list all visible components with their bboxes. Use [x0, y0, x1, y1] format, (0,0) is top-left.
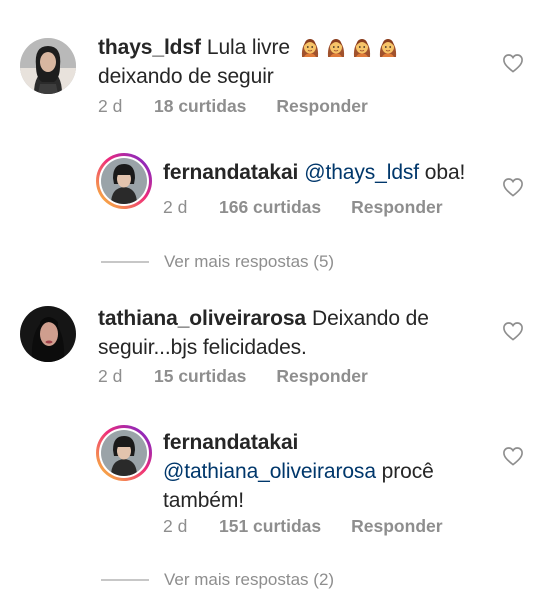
comment-text: Lula livre: [206, 36, 290, 59]
reply-text: oba!: [424, 161, 466, 184]
avatar-fernanda[interactable]: [96, 153, 152, 209]
emoji-group: [296, 36, 400, 59]
reply-meta: 2 d 151 curtidas Responder: [163, 516, 443, 537]
username-link[interactable]: tathiana_oliveirarosa: [98, 307, 306, 330]
timestamp: 2 d: [163, 516, 188, 536]
reply-button[interactable]: Responder: [276, 96, 367, 117]
reply-button[interactable]: Responder: [351, 516, 442, 537]
comment-text-line2: deixando de seguir: [98, 65, 274, 88]
avatar-thays-image: [20, 38, 76, 94]
comment-body: thays_ldsf Lula livre deixando de seguir: [98, 33, 498, 91]
timestamp: 2 d: [98, 366, 123, 386]
divider-line: [101, 261, 149, 263]
username-link[interactable]: thays_ldsf: [98, 36, 201, 59]
comment-meta: 2 d 15 curtidas Responder: [98, 366, 368, 387]
woman-raising-hand-emoji-icon: [327, 39, 344, 57]
likes-count[interactable]: 18 curtidas: [154, 96, 246, 117]
comment-meta: 2 d 18 curtidas Responder: [98, 96, 368, 117]
avatar-thays[interactable]: [20, 38, 76, 94]
woman-raising-hand-emoji-icon: [379, 39, 396, 57]
reply-button[interactable]: Responder: [351, 197, 442, 218]
avatar-tathiana-image: [20, 306, 76, 362]
reply-text: procê: [381, 460, 434, 483]
timestamp: 2 d: [163, 197, 188, 217]
woman-raising-hand-emoji-icon: [301, 39, 318, 57]
reply-body: fernandatakai @tathiana_oliveirarosa pro…: [163, 428, 503, 515]
comment-body: tathiana_oliveirarosa Deixando de seguir.…: [98, 304, 498, 362]
woman-raising-hand-emoji-icon: [353, 39, 370, 57]
username-link[interactable]: fernandatakai: [163, 431, 298, 454]
mention-link[interactable]: @tathiana_oliveirarosa: [163, 460, 376, 483]
reply-meta: 2 d 166 curtidas Responder: [163, 197, 443, 218]
heart-outline-icon[interactable]: [502, 321, 524, 341]
view-more-replies-button[interactable]: Ver mais respostas (5): [101, 252, 334, 272]
view-more-replies-button[interactable]: Ver mais respostas (2): [101, 570, 334, 590]
avatar-fernanda[interactable]: [96, 425, 152, 481]
reply-button[interactable]: Responder: [276, 366, 367, 387]
avatar-fernanda-image: [101, 158, 147, 204]
username-link[interactable]: fernandatakai: [163, 161, 298, 184]
heart-outline-icon[interactable]: [502, 53, 524, 73]
divider-line: [101, 579, 149, 581]
mention-link[interactable]: @thays_ldsf: [304, 161, 419, 184]
heart-outline-icon[interactable]: [502, 446, 524, 466]
view-more-replies-label: Ver mais respostas (2): [164, 570, 335, 589]
avatar-fernanda-image: [101, 430, 147, 476]
likes-count[interactable]: 15 curtidas: [154, 366, 246, 387]
reply-text-line2: também!: [163, 489, 244, 512]
likes-count[interactable]: 166 curtidas: [219, 197, 321, 218]
timestamp: 2 d: [98, 96, 123, 116]
comment-text: Deixando de: [312, 307, 429, 330]
avatar-tathiana[interactable]: [20, 306, 76, 362]
view-more-replies-label: Ver mais respostas (5): [164, 252, 335, 271]
comment-text-line2: seguir...bjs felicidades.: [98, 336, 307, 359]
heart-outline-icon[interactable]: [502, 177, 524, 197]
likes-count[interactable]: 151 curtidas: [219, 516, 321, 537]
reply-body: fernandatakai @thays_ldsf oba!: [163, 158, 503, 187]
